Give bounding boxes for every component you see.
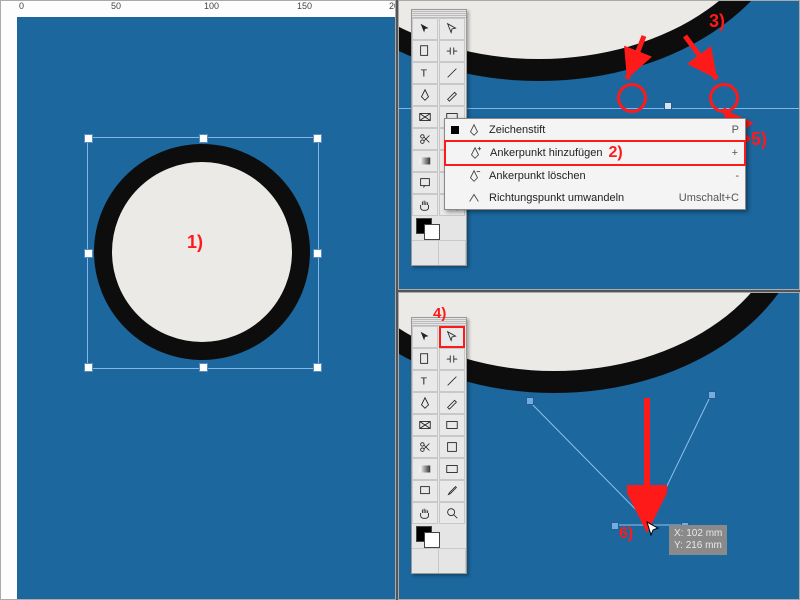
annotation-arrow-icon — [675, 31, 745, 91]
selection-bounding-box[interactable] — [87, 137, 319, 369]
tool-eyedropper[interactable] — [439, 480, 465, 502]
annotation-step3: 3) — [709, 11, 725, 32]
flyout-shortcut: P — [712, 124, 739, 136]
tool-selection[interactable] — [412, 18, 438, 40]
tool-line[interactable] — [439, 62, 465, 84]
flyout-label: Zeichenstift — [489, 124, 545, 136]
path-anchor-point[interactable] — [664, 102, 672, 110]
annotation-step5: 5) — [751, 129, 767, 150]
handle-top-left[interactable] — [84, 134, 93, 143]
coord-x-value: 102 mm — [686, 528, 722, 539]
ruler-tick: 0 — [19, 1, 24, 11]
tool-type[interactable]: T — [412, 370, 438, 392]
ruler-horizontal: 0 50 100 150 200 — [1, 1, 395, 18]
canvas-step1[interactable]: 1) — [17, 17, 395, 599]
coord-y-label: Y: — [674, 540, 683, 551]
tool-page[interactable] — [412, 348, 438, 370]
tool-rectangle[interactable] — [439, 414, 465, 436]
ruler-tick: 100 — [204, 1, 219, 11]
flyout-item-convert-point[interactable]: Richtungspunkt umwandeln Umschalt+C — [445, 187, 745, 209]
flyout-item-delete-anchor[interactable]: Ankerpunkt löschen - — [445, 165, 745, 187]
handle-top-mid[interactable] — [199, 134, 208, 143]
flyout-shortcut: - — [715, 170, 739, 182]
flyout-shortcut: Umschalt+C — [659, 192, 739, 204]
fill-stroke-swatch[interactable] — [412, 216, 466, 240]
fill-stroke-swatch[interactable] — [412, 524, 466, 548]
tool-pencil[interactable] — [439, 392, 465, 414]
tool-gap[interactable] — [439, 348, 465, 370]
tool-rectangle-frame[interactable] — [412, 414, 438, 436]
handle-top-right[interactable] — [313, 134, 322, 143]
ruler-tick: 200 — [389, 1, 396, 11]
path-anchor-point[interactable] — [708, 391, 716, 399]
active-dot-icon — [451, 126, 459, 134]
pen-icon — [465, 123, 483, 137]
tool-selection[interactable] — [412, 326, 438, 348]
flyout-item-pen[interactable]: Zeichenstift P — [445, 119, 745, 141]
panel-grip[interactable] — [412, 10, 466, 18]
tool-pen[interactable] — [412, 84, 438, 106]
coord-y-value: 216 mm — [686, 540, 722, 551]
tool-type[interactable]: T — [412, 62, 438, 84]
toolbox-footer — [412, 240, 466, 265]
tool-rectangle-frame[interactable] — [412, 106, 438, 128]
toolbox-panel[interactable]: T — [411, 317, 467, 574]
annotation-drag-arrow-icon — [627, 393, 667, 533]
svg-text:T: T — [421, 376, 428, 388]
tool-pencil[interactable] — [439, 84, 465, 106]
coord-x-label: X: — [674, 528, 683, 539]
flyout-shortcut: + — [712, 147, 738, 159]
annotation-step1: 1) — [187, 232, 203, 253]
tool-gradient-swatch[interactable] — [412, 458, 438, 480]
tool-hand[interactable] — [412, 194, 438, 216]
panel-step3: 6) X: 102 mm Y: 216 mm T — [398, 292, 800, 600]
convert-point-icon — [465, 191, 483, 205]
handle-mid-right[interactable] — [313, 249, 322, 258]
ruler-tick: 50 — [111, 1, 121, 11]
tool-direct-selection[interactable] — [439, 18, 465, 40]
bezier-direction-handle[interactable] — [611, 522, 619, 530]
tool-hand[interactable] — [412, 502, 438, 524]
panel-step1: 0 50 100 150 200 1) — [0, 0, 396, 600]
panel-step2: 3) 5) T — [398, 0, 800, 290]
tool-note[interactable] — [412, 480, 438, 502]
svg-text:T: T — [421, 68, 428, 80]
annotation-step2: 2) — [609, 144, 623, 162]
annotation-arrow-icon — [599, 31, 659, 91]
annotation-step4: 4) — [433, 305, 446, 322]
handle-bot-right[interactable] — [313, 363, 322, 372]
tool-page[interactable] — [412, 40, 438, 62]
handle-bot-mid[interactable] — [199, 363, 208, 372]
handle-mid-left[interactable] — [84, 249, 93, 258]
tool-note[interactable] — [412, 172, 438, 194]
annotation-step6: 6) — [619, 525, 633, 543]
handle-bot-left[interactable] — [84, 363, 93, 372]
ruler-tick: 150 — [297, 1, 312, 11]
coordinate-tooltip: X: 102 mm Y: 216 mm — [669, 525, 727, 555]
toolbox-footer — [412, 548, 466, 573]
tool-pen[interactable] — [412, 392, 438, 414]
tool-gradient-swatch[interactable] — [412, 150, 438, 172]
tool-gap[interactable] — [439, 40, 465, 62]
tool-line[interactable] — [439, 370, 465, 392]
flyout-label: Richtungspunkt umwandeln — [489, 192, 624, 204]
pen-plus-icon — [466, 146, 484, 160]
tool-scissors[interactable] — [412, 436, 438, 458]
tool-direct-selection[interactable] — [439, 326, 465, 348]
tool-gradient-feather[interactable] — [439, 458, 465, 480]
pen-tool-flyout-menu: Zeichenstift P Ankerpunkt hinzufügen 2) … — [444, 118, 746, 210]
ruler-vertical — [1, 17, 18, 600]
tool-free-transform[interactable] — [439, 436, 465, 458]
tool-zoom[interactable] — [439, 502, 465, 524]
flyout-item-add-anchor[interactable]: Ankerpunkt hinzufügen 2) + — [444, 140, 746, 166]
flyout-label: Ankerpunkt löschen — [489, 170, 586, 182]
tool-scissors[interactable] — [412, 128, 438, 150]
flyout-label: Ankerpunkt hinzufügen — [490, 147, 603, 159]
path-anchor-point[interactable] — [526, 397, 534, 405]
pen-minus-icon — [465, 169, 483, 183]
cursor-arrow-icon — [645, 521, 663, 539]
